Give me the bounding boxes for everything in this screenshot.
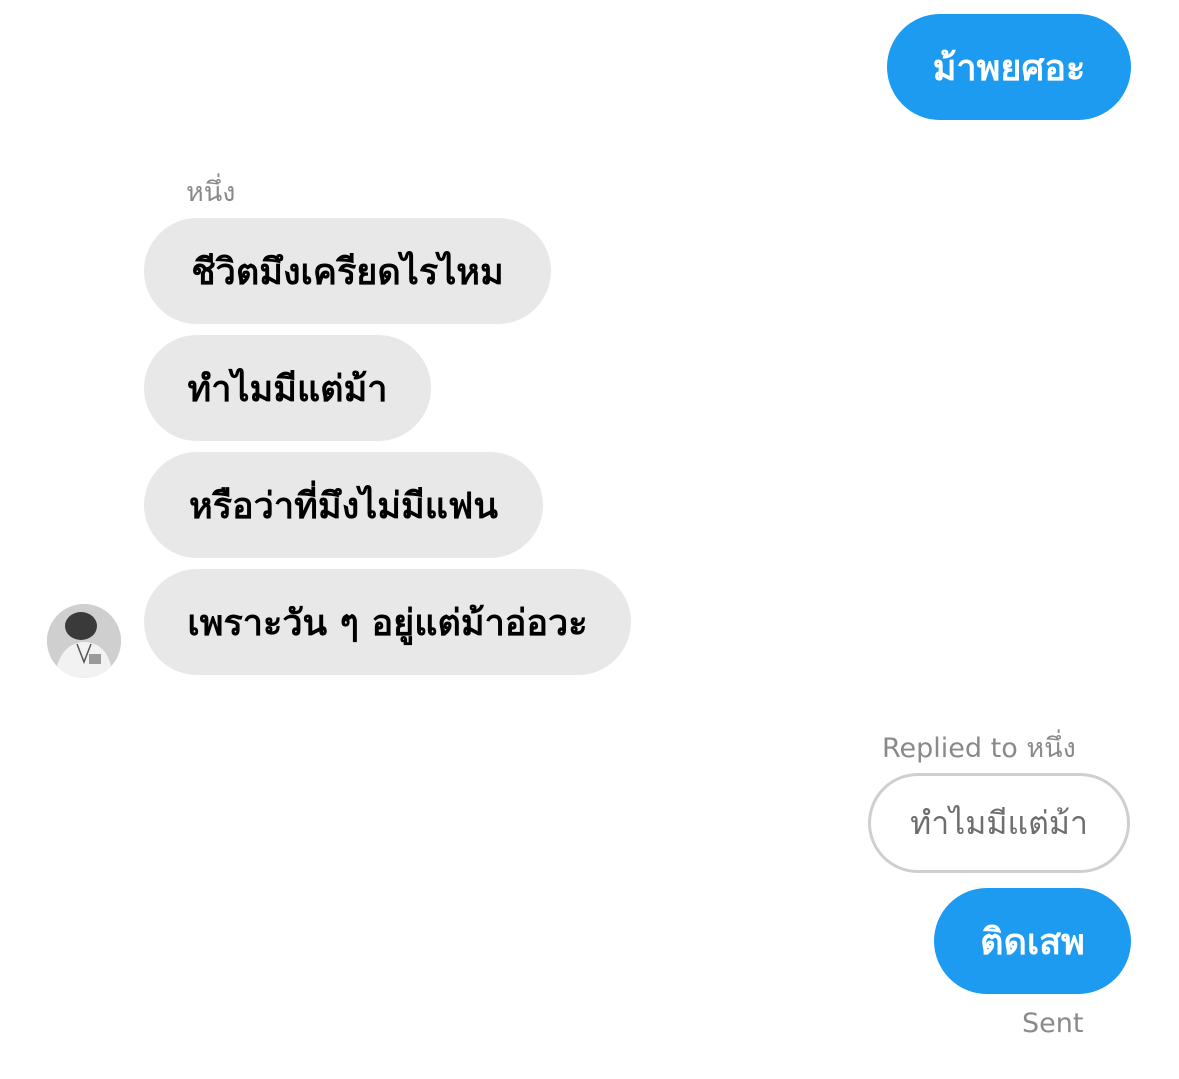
sender-name: หนึ่ง xyxy=(186,177,236,208)
message-text: เพราะวัน ๆ อยู่แต่ม้าอ่อวะ xyxy=(187,602,588,644)
outgoing-message[interactable]: ม้าพยศอะ xyxy=(887,14,1131,120)
incoming-message[interactable]: ทำไมมีแต่ม้า xyxy=(144,335,431,441)
incoming-message[interactable]: ชีวิตมึงเครียดไรไหม xyxy=(144,218,551,324)
incoming-message[interactable]: หรือว่าที่มึงไม่มีแฟน xyxy=(144,452,543,558)
message-text: ทำไมมีแต่ม้า xyxy=(187,368,388,410)
message-status: Sent xyxy=(1022,1008,1084,1039)
quoted-text: ทำไมมีแต่ม้า xyxy=(910,803,1088,842)
quoted-message[interactable]: ทำไมมีแต่ม้า xyxy=(868,773,1130,873)
sender-avatar[interactable] xyxy=(47,604,121,678)
user-avatar-icon xyxy=(47,604,121,678)
message-text: ม้าพยศอะ xyxy=(932,47,1086,89)
replied-to-label: Replied to หนึ่ง xyxy=(882,733,1076,764)
incoming-message[interactable]: เพราะวัน ๆ อยู่แต่ม้าอ่อวะ xyxy=(144,569,631,675)
message-text: หรือว่าที่มึงไม่มีแฟน xyxy=(188,485,499,527)
outgoing-message[interactable]: ติดเสพ xyxy=(934,888,1131,994)
message-text: ติดเสพ xyxy=(980,921,1085,963)
message-text: ชีวิตมึงเครียดไรไหม xyxy=(191,251,504,293)
